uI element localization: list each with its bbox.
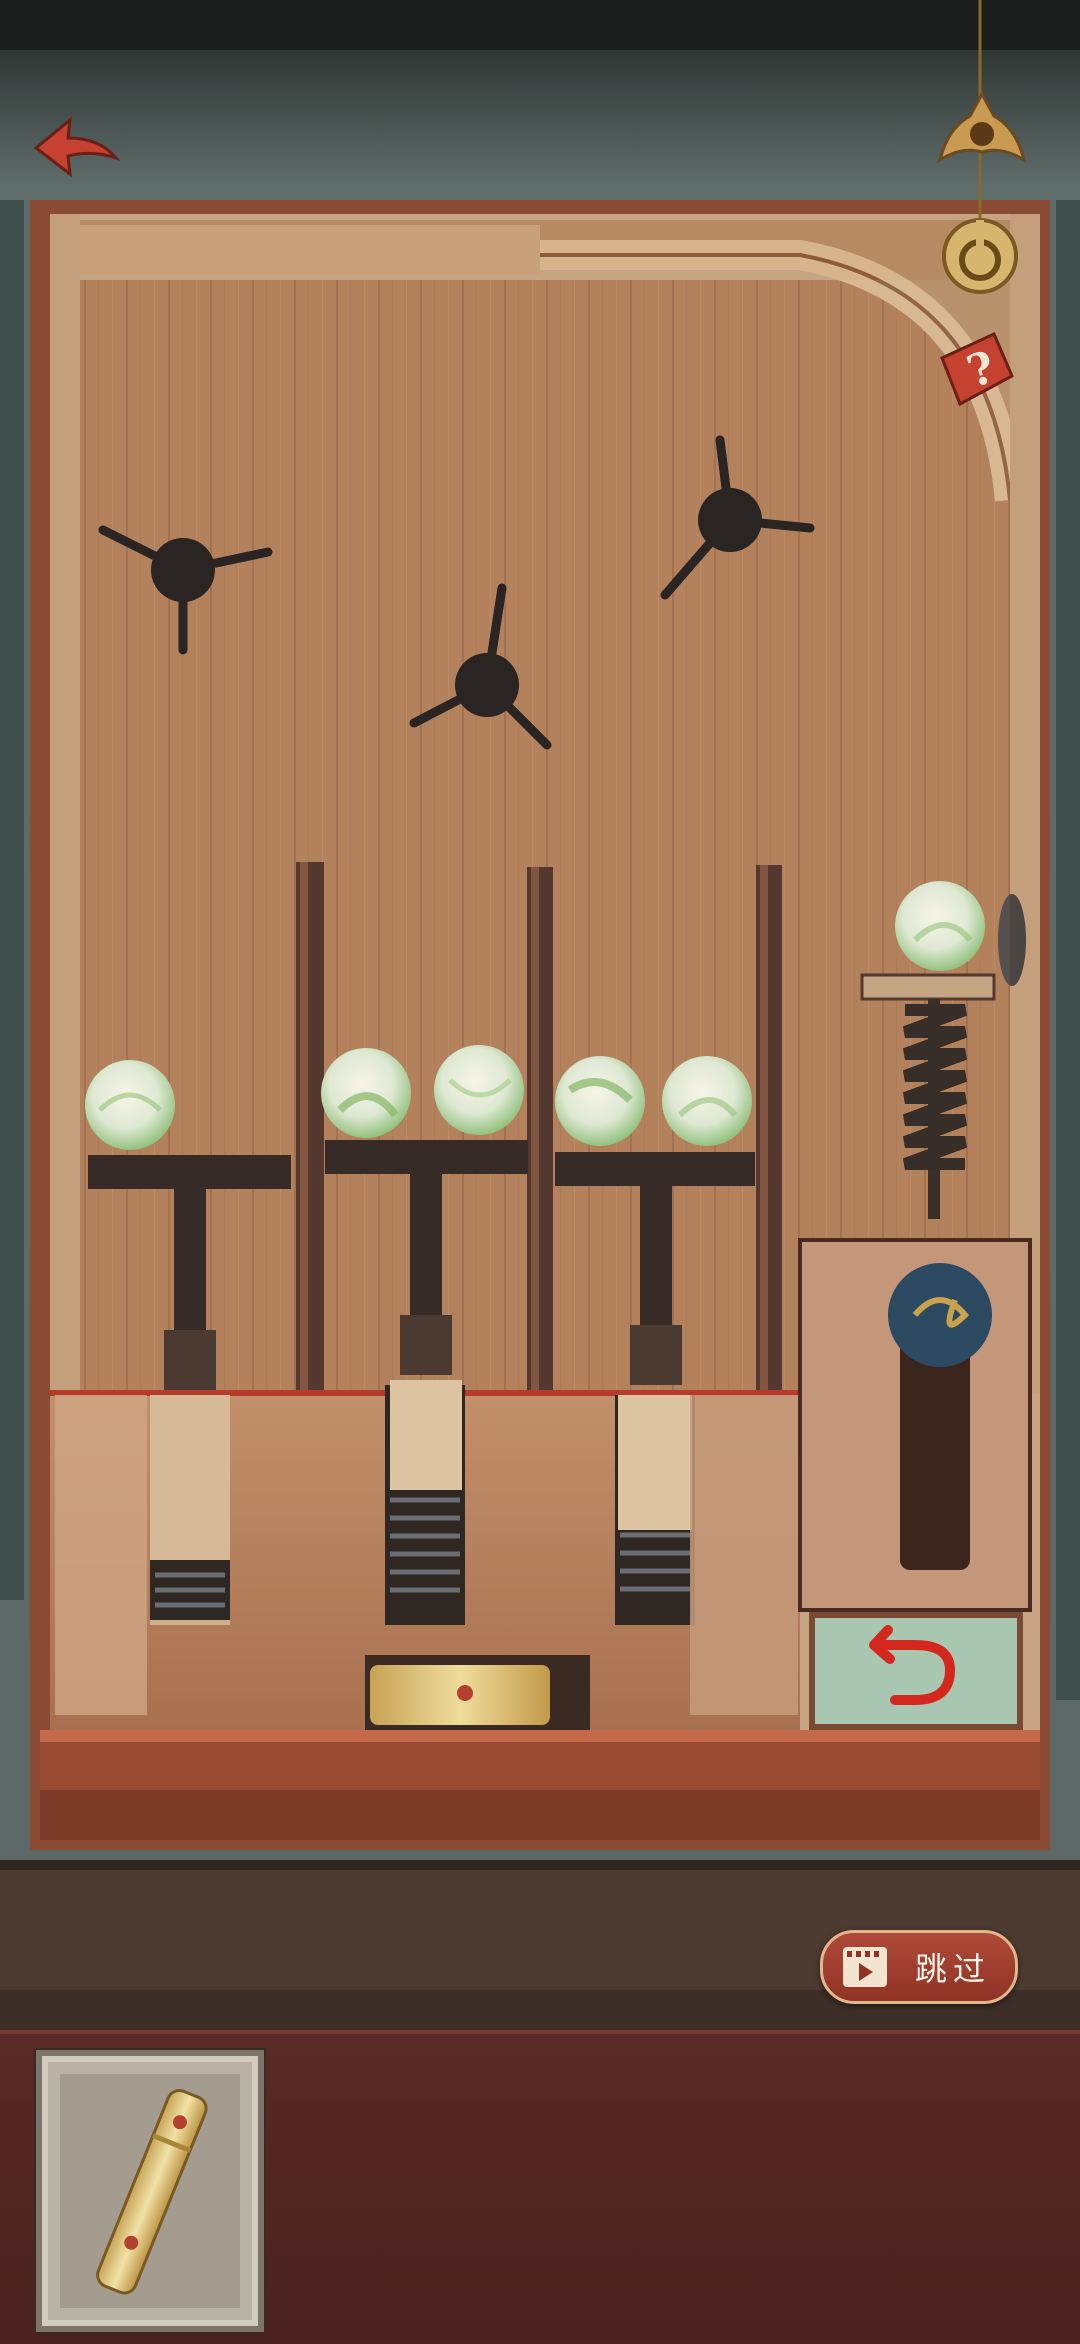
slot-3 xyxy=(615,1395,695,1625)
slot-2 xyxy=(385,1380,465,1625)
gear-icon xyxy=(937,90,1027,164)
skip-button-label: 跳过 xyxy=(915,1950,992,1988)
help-button[interactable]: ? xyxy=(934,328,1018,412)
back-button[interactable] xyxy=(30,112,126,184)
back-arrow-icon xyxy=(33,116,121,178)
inventory-slot-1[interactable] xyxy=(36,2050,264,2332)
skip-button[interactable]: 跳过 xyxy=(820,1930,1018,2004)
hint-button[interactable] xyxy=(940,216,1020,296)
video-ad-icon xyxy=(843,1947,887,1987)
reset-button[interactable] xyxy=(809,1612,1023,1730)
hint-lens-icon xyxy=(942,218,1018,294)
inventory-bar xyxy=(0,2030,1080,2344)
slot-1 xyxy=(150,1395,230,1625)
settings-button[interactable] xyxy=(936,90,1028,172)
bamboo-tube-icon xyxy=(96,2089,208,2295)
dial-knob[interactable] xyxy=(888,1263,992,1367)
drawer-slot[interactable] xyxy=(365,1655,590,1735)
question-mark-icon: ? xyxy=(940,331,1014,407)
